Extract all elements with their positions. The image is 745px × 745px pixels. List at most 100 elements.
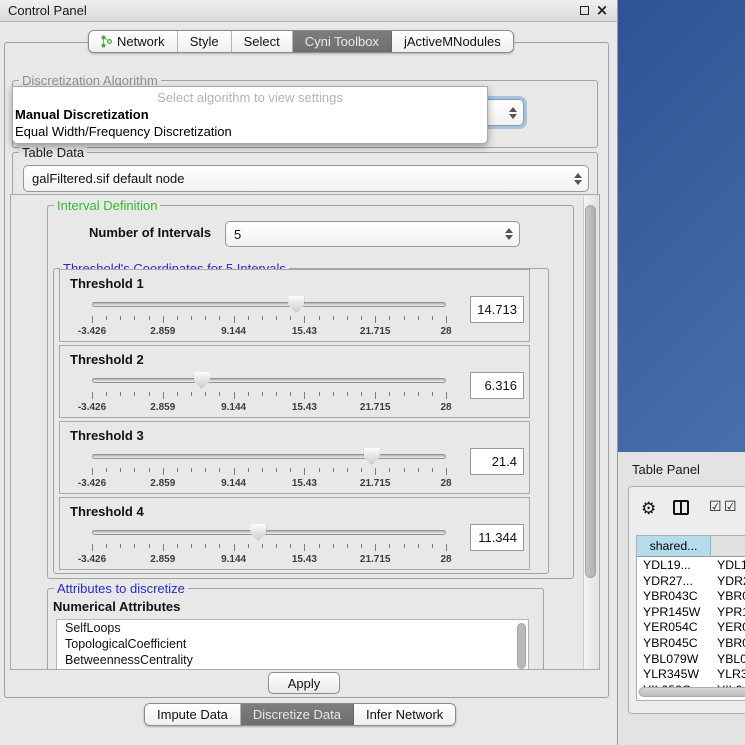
table-cell[interactable]: YPR145W bbox=[637, 605, 711, 621]
tick-label: 21.715 bbox=[360, 478, 391, 489]
table-row[interactable]: YBL079WYBL0 bbox=[637, 652, 745, 668]
table-cell[interactable]: YDR27... bbox=[637, 574, 711, 590]
table-cell[interactable]: YBL0 bbox=[711, 652, 745, 668]
table-cell[interactable]: YPR1 bbox=[711, 605, 745, 621]
tick-label: 9.144 bbox=[221, 326, 246, 337]
list-item[interactable]: TopologicalCoefficient bbox=[57, 636, 528, 652]
number-of-intervals-combo[interactable]: 5 bbox=[225, 221, 520, 247]
table-cell[interactable]: YBR045C bbox=[637, 636, 711, 652]
tab-discretize-data[interactable]: Discretize Data bbox=[241, 704, 354, 725]
tick-label: 21.715 bbox=[360, 326, 391, 337]
table-row[interactable]: YBR045CYBR0 bbox=[637, 636, 745, 652]
popup-option[interactable]: Manual Discretization bbox=[15, 107, 149, 122]
checkbox-icon[interactable]: ☑ bbox=[724, 499, 737, 515]
slider-tick bbox=[163, 468, 164, 475]
slider-tick bbox=[106, 468, 107, 472]
checkbox-icon[interactable]: ☑ bbox=[709, 499, 722, 515]
table-row[interactable]: YBR043CYBR0 bbox=[637, 589, 745, 605]
table-cell[interactable]: YDR2 bbox=[711, 574, 745, 590]
attributes-list-scrollbar[interactable] bbox=[517, 623, 526, 669]
slider-tick bbox=[304, 316, 305, 323]
vertical-scrollbar-thumb[interactable] bbox=[585, 205, 596, 578]
table-cell[interactable]: YBR0 bbox=[711, 636, 745, 652]
tick-label: 2.859 bbox=[150, 478, 175, 489]
threshold-value-input[interactable] bbox=[470, 448, 524, 475]
slider-thumb[interactable] bbox=[364, 448, 380, 465]
slider-tick bbox=[290, 392, 291, 396]
slider-tick bbox=[375, 468, 376, 475]
slider-tick bbox=[219, 392, 220, 396]
column-header-shared-[interactable]: shared... bbox=[637, 536, 711, 557]
slider-tick bbox=[404, 544, 405, 548]
threshold-row: Threshold 3-3.4262.8599.14415.4321.71528 bbox=[59, 421, 530, 494]
tick-label: 28 bbox=[440, 554, 451, 565]
table-row[interactable]: YDL19...YDL1 bbox=[637, 558, 745, 574]
threshold-value-input[interactable] bbox=[470, 372, 524, 399]
table-cell[interactable]: YLR3 bbox=[711, 667, 745, 683]
h-scrollbar-thumb[interactable] bbox=[639, 687, 745, 697]
threshold-slider[interactable]: -3.4262.8599.14415.4321.71528 bbox=[92, 372, 446, 412]
slider-tick bbox=[120, 316, 121, 320]
table-data-combo[interactable]: galFiltered.sif default node bbox=[23, 165, 589, 192]
tab-label: jActiveMNodules bbox=[404, 34, 501, 49]
table-cell[interactable]: YDL1 bbox=[711, 558, 745, 574]
table-cell[interactable]: YDL19... bbox=[637, 558, 711, 574]
number-of-intervals-value: 5 bbox=[234, 227, 241, 242]
tab-infer-network[interactable]: Infer Network bbox=[354, 704, 455, 725]
slider-track bbox=[92, 378, 446, 383]
table-cell[interactable]: YBL079W bbox=[637, 652, 711, 668]
slider-tick bbox=[418, 468, 419, 472]
tick-label: 9.144 bbox=[221, 554, 246, 565]
tab-impute-data[interactable]: Impute Data bbox=[145, 704, 241, 725]
table-cell[interactable]: YBR043C bbox=[637, 589, 711, 605]
table-cell[interactable]: YER054C bbox=[637, 620, 711, 636]
slider-tick bbox=[446, 544, 447, 551]
table-row[interactable]: YER054CYER0 bbox=[637, 620, 745, 636]
slider-tick bbox=[361, 468, 362, 472]
tab-select[interactable]: Select bbox=[232, 31, 293, 52]
apply-button[interactable]: Apply bbox=[268, 672, 340, 694]
tab-jactivemnodules[interactable]: jActiveMNodules bbox=[392, 31, 513, 52]
slider-tick bbox=[304, 392, 305, 399]
slider-tick bbox=[432, 316, 433, 320]
table-cell[interactable]: YLR345W bbox=[637, 667, 711, 683]
slider-tick bbox=[191, 544, 192, 548]
threshold-value-input[interactable] bbox=[470, 296, 524, 323]
tab-network[interactable]: Network bbox=[89, 31, 178, 52]
h-scrollbar-track[interactable] bbox=[638, 687, 745, 697]
list-item[interactable]: BetweennessCentrality bbox=[57, 652, 528, 668]
tick-label: 15.43 bbox=[292, 554, 317, 565]
slider-thumb[interactable] bbox=[194, 372, 210, 389]
slider-tick bbox=[163, 392, 164, 399]
slider-thumb[interactable] bbox=[250, 524, 266, 541]
table-row[interactable]: YDR27...YDR2 bbox=[637, 574, 745, 590]
tick-label: -3.426 bbox=[78, 326, 106, 337]
list-item[interactable]: SelfLoops bbox=[57, 620, 528, 636]
tick-label: 21.715 bbox=[360, 402, 391, 413]
popup-option[interactable]: Equal Width/Frequency Discretization bbox=[15, 124, 232, 139]
table-panel-area: Table Panel ⚙ ☑ ☑ shared...na YDL19...YD… bbox=[618, 452, 745, 745]
threshold-slider[interactable]: -3.4262.8599.14415.4321.71528 bbox=[92, 524, 446, 564]
control-panel: Control Panel × NetworkStyleSelectCyni T… bbox=[0, 0, 618, 745]
tab-label: Cyni Toolbox bbox=[305, 34, 379, 49]
column-header-na[interactable]: na bbox=[711, 536, 745, 557]
threshold-slider[interactable]: -3.4262.8599.14415.4321.71528 bbox=[92, 448, 446, 488]
slider-tick bbox=[375, 392, 376, 399]
slider-tick bbox=[134, 392, 135, 396]
table-row[interactable]: YLR345WYLR3 bbox=[637, 667, 745, 683]
slider-thumb[interactable] bbox=[288, 296, 304, 313]
slider-tick bbox=[92, 392, 93, 399]
tab-cyni-toolbox[interactable]: Cyni Toolbox bbox=[293, 31, 392, 52]
table-row[interactable]: YPR145WYPR1 bbox=[637, 605, 745, 621]
table-cell[interactable]: YBR0 bbox=[711, 589, 745, 605]
table-cell[interactable]: YER0 bbox=[711, 620, 745, 636]
columns-icon[interactable] bbox=[673, 500, 689, 515]
close-icon[interactable]: × bbox=[595, 4, 609, 18]
threshold-slider[interactable]: -3.4262.8599.14415.4321.71528 bbox=[92, 296, 446, 336]
attributes-list[interactable]: SelfLoopsTopologicalCoefficientBetweenne… bbox=[56, 619, 529, 670]
slider-tick bbox=[177, 392, 178, 396]
threshold-value-input[interactable] bbox=[470, 524, 524, 551]
tab-style[interactable]: Style bbox=[178, 31, 232, 52]
float-panel-icon[interactable] bbox=[577, 4, 591, 18]
gear-icon[interactable]: ⚙ bbox=[641, 499, 656, 519]
